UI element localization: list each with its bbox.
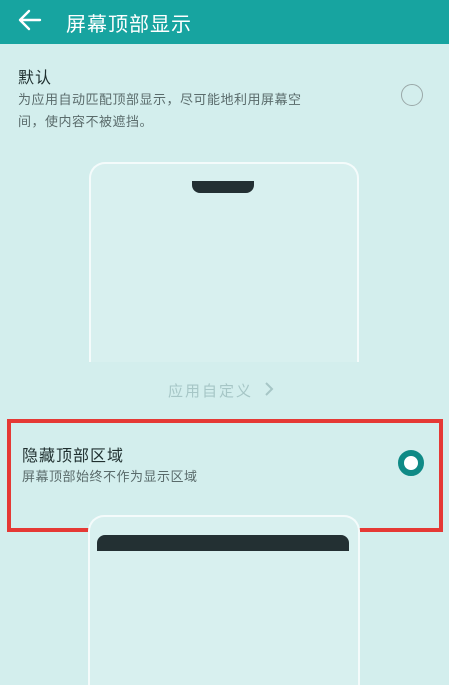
chevron-right-icon — [264, 382, 274, 400]
option-default-desc-line1: 为应用自动匹配顶部显示，尽可能地利用屏幕空 — [18, 93, 302, 108]
page-title: 屏幕顶部显示 — [66, 12, 192, 36]
app-bar: 屏幕顶部显示 — [0, 0, 449, 44]
option-default-title[interactable]: 默认 — [18, 64, 52, 88]
app-customize-label: 应用自定义 — [168, 382, 254, 400]
hidden-top-bar-preview — [97, 535, 349, 551]
app-customize-link[interactable]: 应用自定义 — [168, 380, 274, 401]
option-default-radio[interactable] — [401, 84, 423, 106]
notch-preview — [192, 181, 254, 193]
option-default-desc-line2: 间，使内容不被遮挡。 — [18, 115, 154, 130]
arrow-left-icon — [18, 9, 42, 31]
back-button[interactable] — [12, 4, 48, 36]
